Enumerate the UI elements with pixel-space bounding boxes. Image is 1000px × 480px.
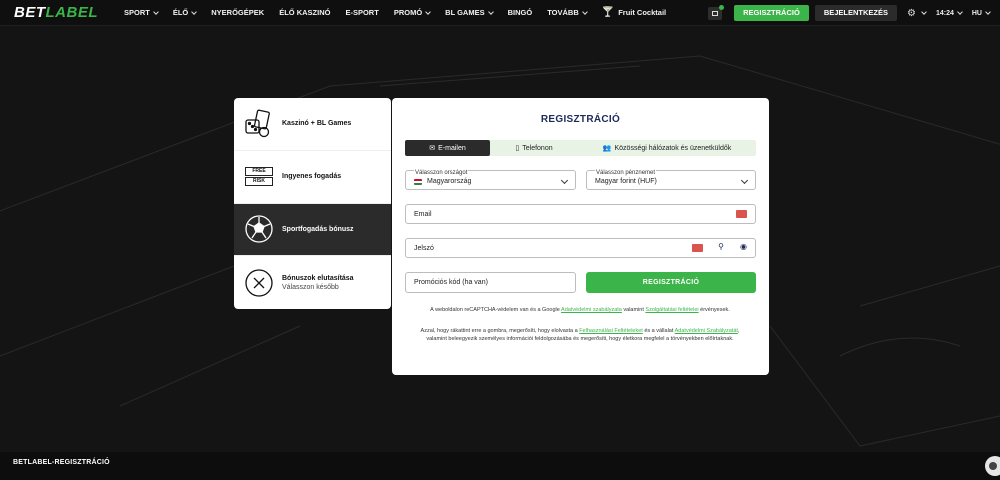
recaptcha-notice: A weboldalon reCAPTCHA-védelem van és a … xyxy=(430,307,730,313)
tab-phone[interactable]: ▯ Telefonon xyxy=(490,140,578,156)
registration-form-card: REGISZTRÁCIÓ ✉ E-mailen ▯ Telefonon 👥 Közös… xyxy=(392,98,769,375)
currency-value: Magyar forint (HUF) xyxy=(595,178,657,185)
footer-bar: BETLABEL-REGISZTRÁCIÓ xyxy=(0,452,1000,480)
nav-esport[interactable]: E-SPORT xyxy=(345,8,378,17)
nav-sport[interactable]: SPORT xyxy=(124,8,159,17)
chevron-down-icon xyxy=(581,8,588,15)
main-nav: SPORT ÉLŐ NYERŐGÉPEK ÉLŐ KASZINÓ E-SPORT… xyxy=(124,0,681,26)
bonus-title: Bónuszok elutasítása xyxy=(282,274,354,282)
key-icon[interactable]: ⚲ xyxy=(718,242,724,251)
bonus-title: Sportfogadás bónusz xyxy=(282,225,354,233)
betlabel-logo[interactable]: BETLABEL xyxy=(14,4,124,21)
email-placeholder: Email xyxy=(414,211,432,218)
registration-method-tabs: ✉ E-mailen ▯ Telefonon 👥 Közösségi hálózato… xyxy=(405,140,756,156)
tab-email[interactable]: ✉ E-mailen xyxy=(405,140,490,156)
country-value: Magyarország xyxy=(427,178,472,185)
bonus-option-sports[interactable]: Sportfogadás bónusz xyxy=(234,203,391,257)
soccer-ball-icon xyxy=(244,214,274,244)
envelope-icon: ✉ xyxy=(429,145,436,152)
bonus-selector-panel: Kaszinó + BL Games FREE RISK Ingyenes fog… xyxy=(234,98,391,309)
chevron-down-icon xyxy=(921,9,927,15)
currency-label: Válasszon pénznemet xyxy=(595,170,657,176)
bonus-option-free-bet[interactable]: FREE RISK Ingyenes fogadás xyxy=(234,151,391,204)
chevron-down-icon xyxy=(985,9,991,15)
password-input[interactable]: Jelszó ⚲ ◉ xyxy=(405,238,756,258)
country-label: Válasszon országot xyxy=(414,170,469,176)
nav-tovabb[interactable]: TOVÁBB xyxy=(547,8,588,17)
hungary-flag-icon xyxy=(414,178,422,185)
header-login-button[interactable]: BEJELENTKEZÉS xyxy=(814,5,897,21)
terms-of-use-link[interactable]: Felhasználási Feltételeket xyxy=(579,328,643,334)
promo-code-input[interactable]: Promóciós kód (ha van) xyxy=(405,272,576,293)
phone-icon: ▯ xyxy=(515,145,520,152)
password-placeholder: Jelszó xyxy=(414,245,434,252)
header-register-button[interactable]: REGISZTRÁCIÓ xyxy=(734,5,809,21)
country-select[interactable]: Válasszon országot Magyarország xyxy=(405,170,576,190)
dice-cards-icon xyxy=(244,109,274,139)
chevron-down-icon xyxy=(191,8,198,15)
promo-placeholder: Promóciós kód (ha van) xyxy=(414,279,488,286)
nav-promo[interactable]: PROMÓ xyxy=(394,8,431,17)
google-terms-link[interactable]: Szolgáltatási feltételei xyxy=(645,307,698,313)
submit-registration-button[interactable]: REGISZTRÁCIÓ xyxy=(586,272,756,293)
bonus-option-casino[interactable]: Kaszinó + BL Games xyxy=(234,98,391,151)
nav-bingo[interactable]: BINGÓ xyxy=(508,8,533,17)
support-chat-button[interactable] xyxy=(985,456,1000,476)
language-selector[interactable]: HU xyxy=(972,9,991,17)
cocktail-icon: 🍸 xyxy=(601,7,615,18)
header-actions: REGISZTRÁCIÓ BEJELENTKEZÉS ⚙ 14:24 HU xyxy=(708,0,1000,26)
chevron-down-icon xyxy=(560,176,569,185)
free-risk-icon: FREE RISK xyxy=(244,162,274,192)
nav-nyerogepek[interactable]: NYERŐGÉPEK xyxy=(211,8,264,17)
nav-elo-kaszino[interactable]: ÉLŐ KASZINÓ xyxy=(279,8,330,17)
privacy-policy-link[interactable]: Adatvédelmi Szabályzatát xyxy=(675,328,738,334)
tab-social[interactable]: 👥 Közösségi hálózatok és üzenetküldők xyxy=(578,140,756,156)
chevron-down-icon xyxy=(740,176,749,185)
user-icon xyxy=(989,462,997,470)
chevron-down-icon xyxy=(957,9,963,15)
nav-bl-games[interactable]: BL GAMES xyxy=(445,8,494,17)
google-privacy-link[interactable]: Adatvédelmi szabályzata xyxy=(561,307,622,313)
chevron-down-icon xyxy=(153,8,159,15)
clock-time: 14:24 xyxy=(936,9,963,17)
close-circle-icon xyxy=(244,268,274,298)
bonus-title: Ingyenes fogadás xyxy=(282,173,342,181)
chevron-down-icon xyxy=(425,8,431,15)
bonus-title: Kaszinó + BL Games xyxy=(282,120,352,128)
nav-elo[interactable]: ÉLŐ xyxy=(173,8,198,17)
password-manager-icon[interactable] xyxy=(736,207,747,218)
bonus-option-decline[interactable]: Bónuszok elutasítása Válasszon később xyxy=(234,256,391,309)
eye-icon[interactable]: ◉ xyxy=(740,242,747,251)
nav-fruit-cocktail[interactable]: 🍸 Fruit Cocktail xyxy=(602,7,666,18)
chevron-down-icon xyxy=(487,8,494,15)
terms-notice: Azzal, hogy rákattint erre a gombra, meg… xyxy=(420,328,740,342)
email-input[interactable]: Email xyxy=(405,204,756,224)
password-manager-icon[interactable] xyxy=(692,241,703,252)
bonus-subtitle: Válasszon később xyxy=(282,283,339,291)
users-icon: 👥 xyxy=(602,145,612,152)
registration-title: REGISZTRÁCIÓ xyxy=(540,114,621,125)
gear-icon[interactable]: ⚙ xyxy=(907,8,916,19)
top-navigation-bar: BETLABEL SPORT ÉLŐ NYERŐGÉPEK ÉLŐ KASZIN… xyxy=(0,0,1000,26)
footer-title: BETLABEL-REGISZTRÁCIÓ xyxy=(13,459,110,466)
gift-icon[interactable] xyxy=(708,4,725,20)
currency-select[interactable]: Válasszon pénznemet Magyar forint (HUF) xyxy=(586,170,756,190)
